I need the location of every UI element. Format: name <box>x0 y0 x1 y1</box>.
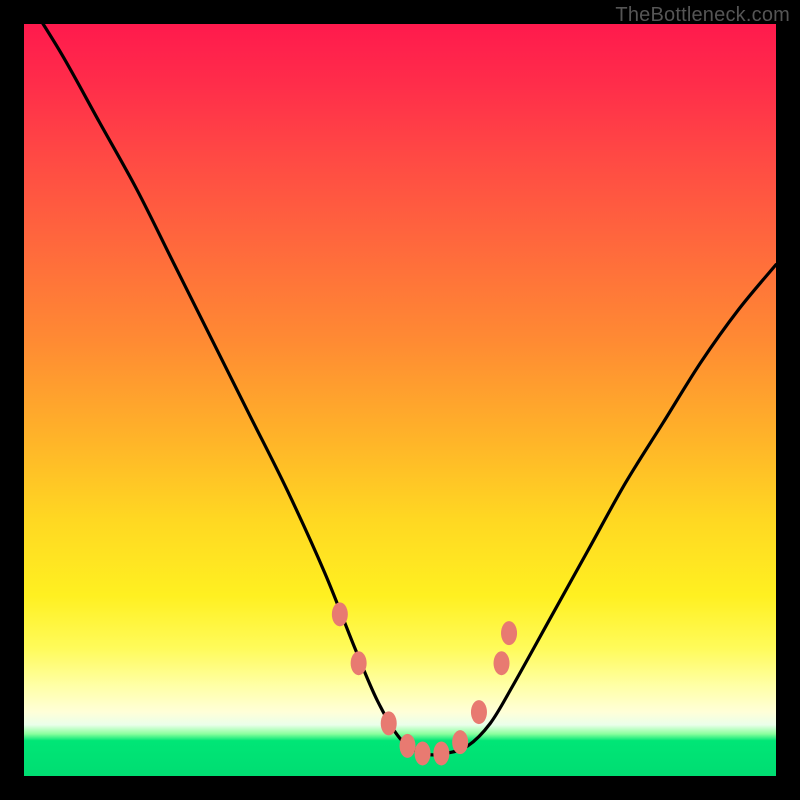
curve-marker <box>332 602 348 626</box>
bottleneck-curve <box>24 24 776 776</box>
curve-marker <box>452 730 468 754</box>
curve-marker <box>501 621 517 645</box>
curve-marker <box>471 700 487 724</box>
curve-marker <box>351 651 367 675</box>
curve-marker <box>381 711 397 735</box>
curve-marker <box>400 734 416 758</box>
curve-marker <box>415 741 431 765</box>
watermark-text: TheBottleneck.com <box>615 4 790 27</box>
curve-path <box>24 0 776 755</box>
curve-marker <box>494 651 510 675</box>
curve-marker <box>433 741 449 765</box>
curve-markers <box>332 602 517 765</box>
chart-frame: TheBottleneck.com <box>0 0 800 800</box>
gradient-plot-area <box>24 24 776 776</box>
